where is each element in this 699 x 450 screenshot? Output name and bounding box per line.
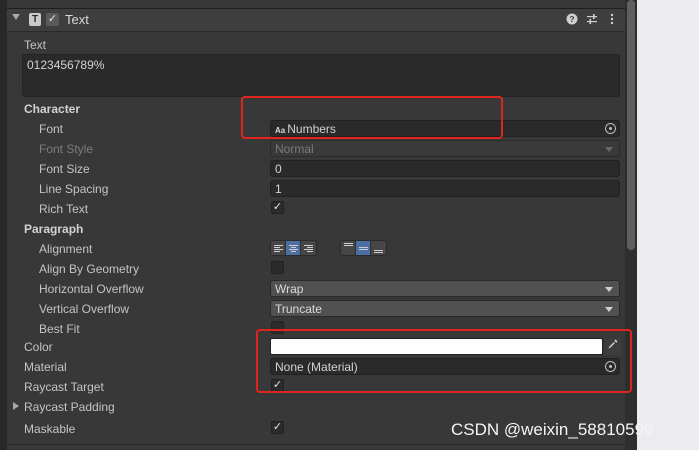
paragraph-section-label: Paragraph	[24, 222, 84, 236]
raycast-padding-label[interactable]: Raycast Padding	[24, 400, 115, 414]
horizontal-overflow-value: Wrap	[275, 282, 304, 296]
scrollbar-thumb[interactable]	[627, 0, 635, 250]
font-size-field[interactable]: 0	[270, 160, 620, 177]
right-pane	[637, 0, 699, 450]
raycast-target-label: Raycast Target	[24, 380, 104, 394]
left-panel-edge	[0, 0, 7, 450]
align-bottom-button[interactable]	[371, 241, 386, 255]
section-divider	[7, 444, 625, 445]
alignment-label: Alignment	[39, 242, 93, 256]
align-middle-button[interactable]	[356, 241, 371, 255]
align-left-button[interactable]	[271, 241, 286, 255]
font-style-label: Font Style	[39, 142, 94, 156]
text-label: Text	[24, 38, 47, 52]
component-title: Text	[65, 12, 89, 27]
line-spacing-label: Line Spacing	[39, 182, 109, 196]
horizontal-overflow-dropdown[interactable]: Wrap	[270, 280, 620, 297]
horizontal-alignment-group	[270, 240, 317, 256]
component-enabled-checkbox[interactable]: ✓	[46, 13, 59, 26]
font-style-dropdown: Normal	[270, 140, 620, 157]
checkmark-icon: ✓	[272, 201, 283, 213]
align-center-button[interactable]	[286, 241, 301, 255]
line-spacing-field[interactable]: 1	[270, 180, 620, 197]
vertical-overflow-label: Vertical Overflow	[39, 302, 130, 316]
watermark: CSDN @weixin_58810599	[451, 420, 654, 439]
align-by-geometry-label: Align By Geometry	[39, 262, 140, 276]
font-size-label: Font Size	[39, 162, 90, 176]
dropdown-arrow-icon	[605, 307, 613, 312]
best-fit-label: Best Fit	[39, 322, 80, 336]
material-label: Material	[24, 360, 67, 374]
color-label: Color	[24, 340, 53, 354]
component-header[interactable]	[7, 8, 625, 32]
rich-text-label: Rich Text	[39, 202, 89, 216]
horizontal-overflow-label: Horizontal Overflow	[39, 282, 144, 296]
text-input[interactable]: 0123456789%	[22, 54, 620, 97]
raycast-padding-foldout-icon[interactable]	[13, 402, 19, 410]
font-highlight-box	[241, 96, 503, 139]
presets-icon[interactable]	[585, 13, 599, 27]
font-style-value: Normal	[275, 142, 314, 156]
maskable-checkbox[interactable]: ✓	[271, 421, 284, 434]
maskable-label: Maskable	[24, 422, 76, 436]
help-icon[interactable]: ?	[565, 13, 579, 27]
vertical-overflow-dropdown[interactable]: Truncate	[270, 300, 620, 317]
foldout-arrow-icon[interactable]	[12, 14, 20, 20]
dropdown-arrow-icon	[605, 287, 613, 292]
checkmark-icon: ✓	[47, 13, 58, 25]
dropdown-arrow-icon	[605, 147, 613, 152]
align-right-button[interactable]	[301, 241, 316, 255]
vertical-overflow-value: Truncate	[275, 302, 322, 316]
rich-text-checkbox[interactable]: ✓	[271, 201, 284, 214]
vertical-alignment-group	[340, 240, 387, 256]
align-by-geometry-checkbox[interactable]	[271, 261, 284, 274]
text-component-icon: T	[29, 13, 41, 26]
align-top-button[interactable]	[341, 241, 356, 255]
more-options-icon[interactable]	[605, 13, 619, 27]
color-material-highlight-box	[256, 329, 632, 393]
font-label: Font	[39, 122, 64, 136]
checkmark-icon: ✓	[272, 421, 283, 433]
svg-text:?: ?	[569, 14, 574, 24]
object-picker-icon[interactable]	[605, 123, 616, 134]
character-section-label: Character	[24, 102, 81, 116]
